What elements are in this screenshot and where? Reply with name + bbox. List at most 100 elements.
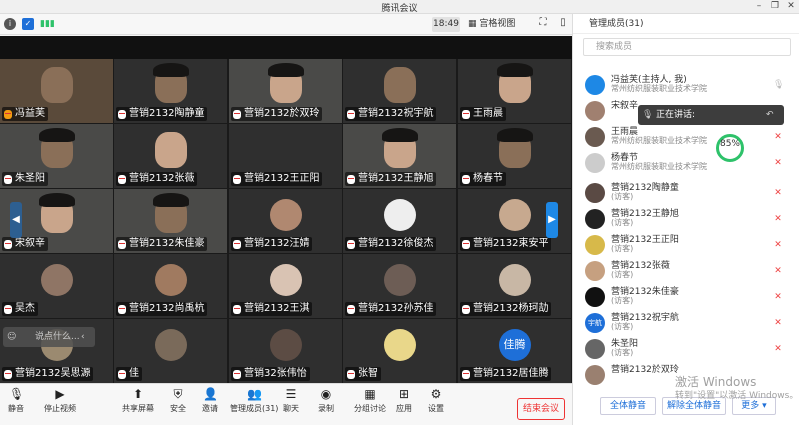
split-view-icon[interactable]: ▯ <box>556 17 570 31</box>
end-meeting-button[interactable]: 结束会议 <box>517 398 565 420</box>
apps-button[interactable]: ⊞ 应用 <box>396 386 412 414</box>
video-tile[interactable]: 佳腾 营销2132居佳腾 <box>458 319 571 383</box>
avatar <box>585 235 605 255</box>
record-button[interactable]: ◉ 录制 <box>318 386 334 414</box>
tile-name: 营销2132王淇 <box>231 302 313 316</box>
avatar: 宇航 <box>585 313 605 333</box>
video-tile[interactable]: 王雨晨 <box>458 59 571 123</box>
participant-avatar <box>498 199 531 231</box>
video-tile[interactable]: 张智 <box>343 319 456 383</box>
mic-muted-icon[interactable]: ✕ <box>773 344 783 354</box>
panel-title: 管理成员(31) <box>589 19 644 29</box>
member-item[interactable]: 朱圣阳 (访客) ✕ <box>583 336 795 362</box>
video-tile[interactable]: 营销2132王淇 <box>229 254 342 318</box>
mute-button[interactable]: 🎙 静音 <box>8 386 24 414</box>
chevron-left-icon[interactable]: ‹ <box>81 327 85 347</box>
microphone-icon[interactable]: 🎙 <box>773 80 784 90</box>
signal-icon[interactable]: ▮▮▮ <box>40 18 55 30</box>
security-button[interactable]: ⛨ 安全 <box>170 386 186 414</box>
tile-name: 王雨晨 <box>460 107 506 121</box>
restore-icon[interactable]: ❐ <box>768 1 782 11</box>
video-tile[interactable]: 营销2132徐俊杰 <box>343 189 456 253</box>
mic-muted-icon <box>347 175 355 184</box>
fullscreen-icon[interactable]: ⛶ <box>536 17 550 31</box>
tile-name: 张智 <box>345 367 381 381</box>
video-tile[interactable]: 营销2132尚禹杭 <box>114 254 227 318</box>
chat-icon: ☰ <box>285 387 297 401</box>
mic-muted-icon[interactable]: ✕ <box>773 266 783 276</box>
mic-muted-icon <box>462 240 470 249</box>
video-tile[interactable]: 吴杰 <box>0 254 113 318</box>
video-tile[interactable]: 营销2132孙苏佳 <box>343 254 456 318</box>
speaking-label: 正在讲话: <box>656 110 696 120</box>
member-item[interactable]: 王雨晨 常州纺织服装职业技术学院 ✕ <box>583 124 795 150</box>
mic-muted-icon <box>347 240 355 249</box>
participant-hair <box>496 63 533 77</box>
chat-icon: ☺ <box>7 332 17 342</box>
member-item[interactable]: 宇航 营销2132祝宇航 (访客) ✕ <box>583 310 795 336</box>
video-tile[interactable]: 营销2132汪婧 <box>229 189 342 253</box>
manage-members-button[interactable]: 👥 管理成员(31) <box>230 386 278 414</box>
info-icon[interactable]: i <box>4 18 16 30</box>
share-screen-icon: ⬆ <box>132 387 144 401</box>
tile-name: 营销2132王静旭 <box>345 172 437 186</box>
stop-video-button[interactable]: ▶ 停止视频 <box>44 386 76 414</box>
mic-muted-icon <box>4 370 12 379</box>
avatar <box>585 365 605 385</box>
video-tile[interactable]: 佳 <box>114 319 227 383</box>
mic-muted-icon <box>462 175 470 184</box>
participant-avatar <box>383 264 416 296</box>
mic-muted-icon[interactable]: ✕ <box>773 132 783 142</box>
member-item[interactable]: 营销2132王静旭 (访客) ✕ <box>583 206 795 232</box>
mic-muted-icon <box>233 175 241 184</box>
video-tile[interactable]: 营销2132张薇 <box>114 124 227 188</box>
video-tile[interactable]: 冯益芙 <box>0 59 113 123</box>
avatar <box>585 261 605 281</box>
video-area-header <box>0 36 572 59</box>
video-tile[interactable]: 营销2132陶静童 <box>114 59 227 123</box>
mute-all-button[interactable]: 全体静音 <box>600 397 656 415</box>
video-tile[interactable]: 营销2132杨珂劼 <box>458 254 571 318</box>
mic-muted-icon[interactable]: ✕ <box>773 292 783 302</box>
video-tile[interactable]: 营销2132於双玲 <box>229 59 342 123</box>
shield-icon[interactable]: ✓ <box>22 18 34 30</box>
tile-name: 营销2132汪婧 <box>231 237 313 251</box>
video-tile[interactable]: 朱圣阳 <box>0 124 113 188</box>
close-icon[interactable]: ✕ <box>784 1 798 11</box>
member-item[interactable]: 营销2132王正阳 (访客) ✕ <box>583 232 795 258</box>
tile-name: 营销2132居佳腾 <box>460 367 552 381</box>
video-tile[interactable]: 营销2132祝宇航 <box>343 59 456 123</box>
member-search-input[interactable]: 搜索成员 <box>583 38 791 56</box>
tile-name: 宋叙辛 <box>2 237 48 251</box>
mic-muted-icon[interactable]: ✕ <box>773 318 783 328</box>
member-item[interactable]: 营销2132朱佳豪 (访客) ✕ <box>583 284 795 310</box>
mic-muted-icon <box>118 370 126 379</box>
breakout-button[interactable]: ▦ 分组讨论 <box>354 386 386 414</box>
chat-quick-input[interactable]: ☺ 说点什么... ‹ <box>3 327 95 347</box>
settings-button[interactable]: ⚙ 设置 <box>428 386 444 414</box>
member-item[interactable]: 营销2132陶静童 (访客) ✕ <box>583 180 795 206</box>
mic-muted-icon[interactable]: ✕ <box>773 240 783 250</box>
invite-button[interactable]: 👤 邀请 <box>202 386 218 414</box>
tile-name: 营销2132张薇 <box>116 172 198 186</box>
mic-muted-icon[interactable]: ✕ <box>773 188 783 198</box>
video-tile[interactable]: 杨春节 <box>458 124 571 188</box>
gallery-view-button[interactable]: ▦ 宫格视图 <box>468 17 528 32</box>
undo-icon[interactable]: ↶ <box>766 105 774 125</box>
previous-page-button[interactable]: ◀ <box>10 202 22 238</box>
share-screen-button[interactable]: ⬆ 共享屏幕 <box>122 386 154 414</box>
participant-video <box>40 67 73 103</box>
mic-muted-icon[interactable]: ✕ <box>773 214 783 224</box>
member-item[interactable]: 杨春节 常州纺织服装职业技术学院 ✕ <box>583 150 795 176</box>
next-page-button[interactable]: ▶ <box>546 202 558 238</box>
video-tile[interactable]: 营销32张伟怡 <box>229 319 342 383</box>
video-tile[interactable]: 营销2132朱佳豪 <box>114 189 227 253</box>
chat-button[interactable]: ☰ 聊天 <box>283 386 299 414</box>
video-tile[interactable]: 营销2132王正阳 <box>229 124 342 188</box>
video-tile[interactable]: 营销2132王静旭 <box>343 124 456 188</box>
member-item[interactable]: 营销2132张薇 (访客) ✕ <box>583 258 795 284</box>
minimize-icon[interactable]: – <box>752 1 766 11</box>
member-item[interactable]: 冯益芙(主持人, 我) 常州纺织服装职业技术学院 🎙 <box>583 72 795 98</box>
mic-muted-icon[interactable]: ✕ <box>773 158 783 168</box>
avatar <box>585 183 605 203</box>
